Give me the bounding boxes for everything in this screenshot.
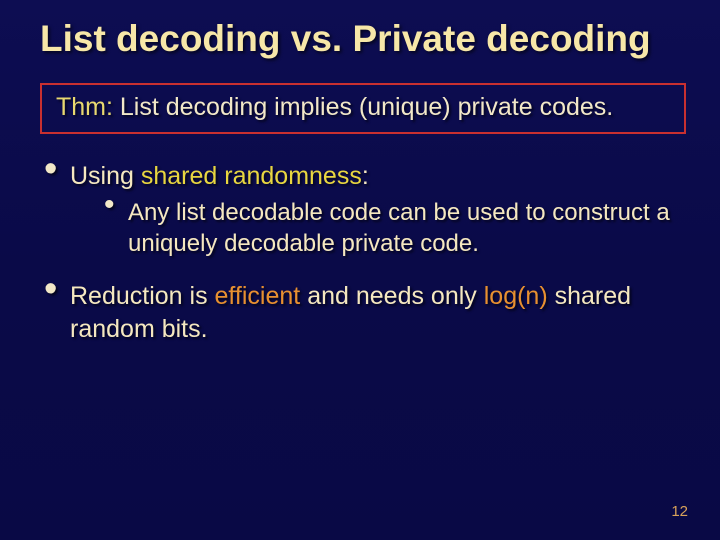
theorem-text: List decoding implies (unique) private c… (113, 93, 613, 121)
slide: List decoding vs. Private decoding Thm: … (0, 0, 720, 540)
text-pre: Reduction is (70, 282, 215, 310)
theorem-box: Thm: List decoding implies (unique) priv… (40, 83, 686, 134)
text-mid: and needs only (300, 282, 483, 310)
text-post: : (362, 162, 369, 190)
bullet-list: Using shared randomness: Any list decoda… (40, 160, 690, 348)
text-efficient: efficient (215, 282, 301, 310)
text-highlight: shared randomness (141, 162, 362, 190)
slide-title: List decoding vs. Private decoding (40, 18, 690, 61)
text-logn: log(n) (484, 282, 548, 310)
sub-bullet-list: Any list decodable code can be used to c… (70, 197, 690, 259)
bullet-shared-randomness: Using shared randomness: Any list decoda… (40, 160, 690, 260)
bullet-reduction: Reduction is efficient and needs only lo… (40, 280, 690, 348)
theorem-label: Thm: (56, 93, 113, 121)
sub-bullet-construct: Any list decodable code can be used to c… (70, 197, 690, 259)
page-number: 12 (671, 503, 688, 520)
